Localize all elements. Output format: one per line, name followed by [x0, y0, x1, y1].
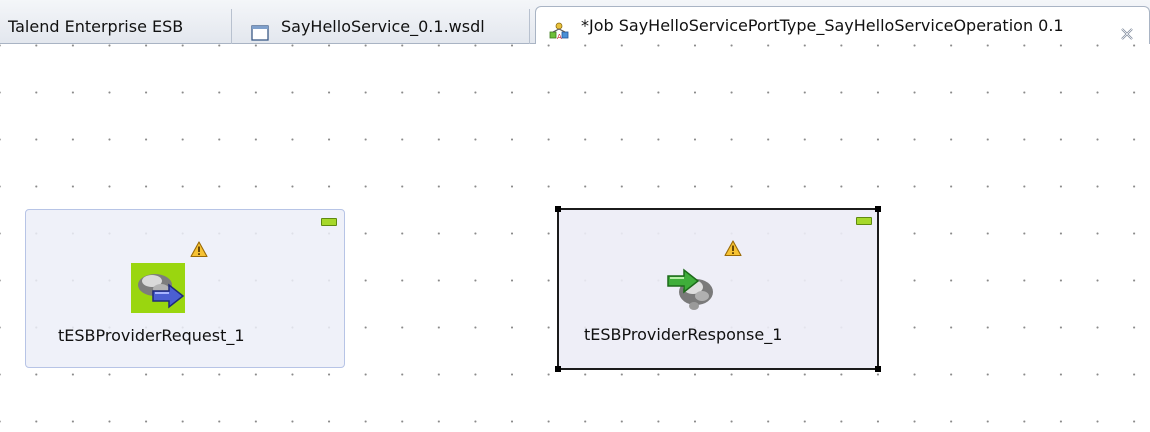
esb-provider-request-icon[interactable]	[131, 263, 187, 315]
job-icon: A	[549, 16, 569, 41]
minimize-icon[interactable]	[321, 218, 337, 226]
wsdl-file-icon	[251, 18, 269, 41]
tab-wsdl[interactable]: SayHelloService_0.1.wsdl	[234, 9, 530, 44]
tab-label: Talend Enterprise ESB	[8, 17, 184, 36]
component-esb-provider-response[interactable]: tESBProviderResponse_1	[555, 206, 881, 372]
job-design-canvas[interactable]: tESBProviderRequest_1 tESBProviderRespon…	[0, 44, 1150, 432]
component-esb-provider-request[interactable]: tESBProviderRequest_1	[25, 209, 345, 368]
job-designer-window: Talend Enterprise ESB SayHelloService_0.…	[0, 0, 1150, 432]
tab-label: *Job SayHelloServicePortType_SayHelloSer…	[581, 16, 1064, 35]
svg-text:A: A	[557, 33, 562, 40]
resize-handle-bottom-left[interactable]	[555, 366, 561, 372]
minimize-icon[interactable]	[856, 217, 872, 225]
close-tab-icon[interactable]	[1119, 18, 1135, 40]
component-label[interactable]: tESBProviderResponse_1	[584, 325, 782, 344]
tab-talend-enterprise-esb[interactable]: Talend Enterprise ESB	[0, 9, 232, 44]
resize-handle-bottom-right[interactable]	[875, 366, 881, 372]
editor-tab-bar: Talend Enterprise ESB SayHelloService_0.…	[0, 0, 1150, 44]
esb-provider-response-icon[interactable]	[666, 262, 722, 314]
warning-icon[interactable]	[724, 240, 742, 257]
component-label[interactable]: tESBProviderRequest_1	[58, 326, 245, 345]
resize-handle-top-right[interactable]	[875, 206, 881, 212]
warning-icon[interactable]	[190, 241, 208, 258]
resize-handle-top-left[interactable]	[555, 206, 561, 212]
tab-job[interactable]: A *Job SayHelloServicePortType_SayHelloS…	[535, 6, 1150, 44]
tab-label: SayHelloService_0.1.wsdl	[281, 17, 485, 36]
